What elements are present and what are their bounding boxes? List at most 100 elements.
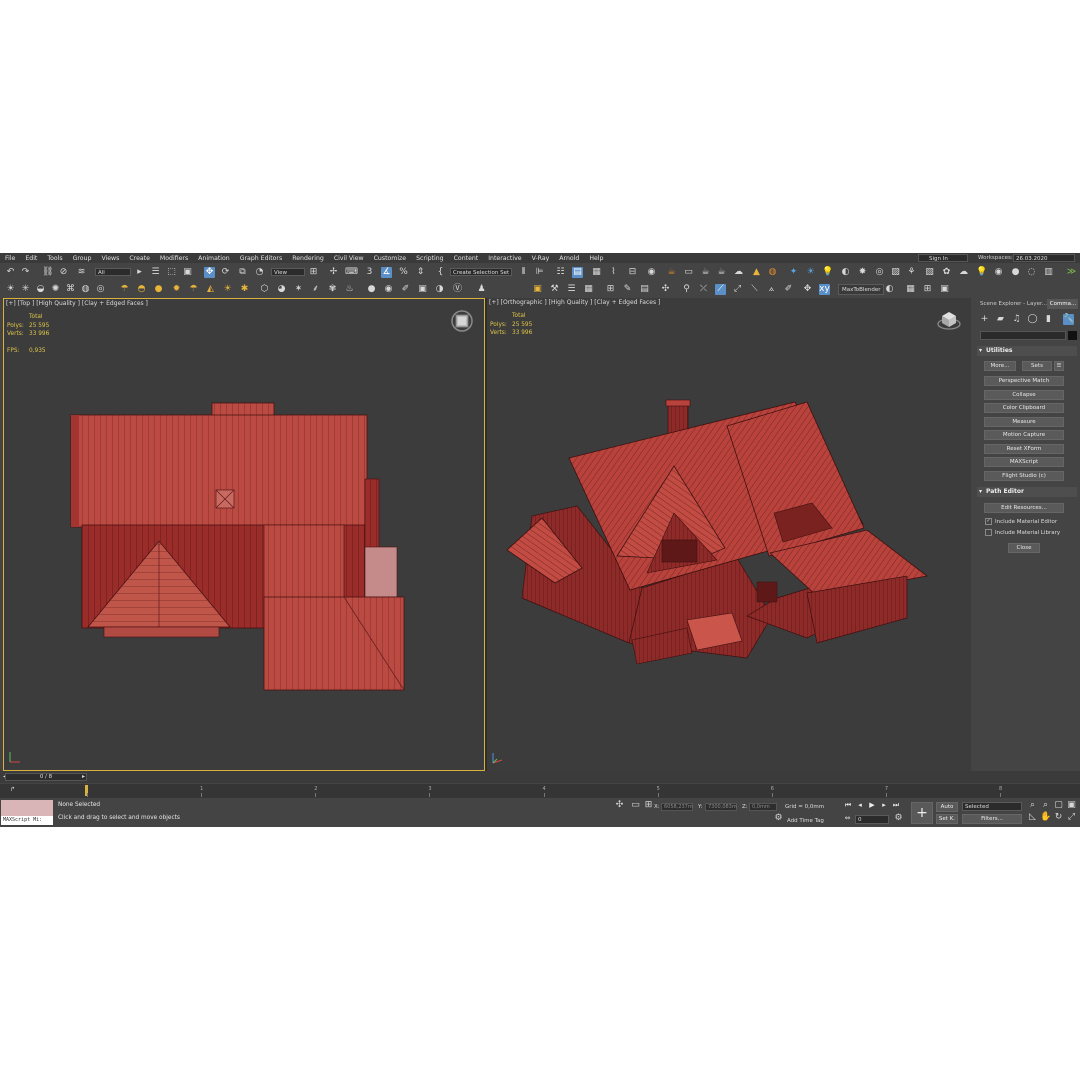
- path-editor-rollout-header[interactable]: Path Editor: [977, 487, 1077, 497]
- angle-snap-icon[interactable]: ∡: [381, 267, 392, 278]
- vray-ball-icon[interactable]: ◉: [383, 284, 394, 295]
- snaps-toggle-icon[interactable]: 3: [364, 267, 375, 278]
- vray-scatter-icon[interactable]: ✾: [327, 284, 338, 295]
- include-material-editor-checkbox[interactable]: ✓ Include Material Editor: [985, 518, 1057, 526]
- utility-button-measure[interactable]: Measure: [984, 416, 1064, 427]
- modify-tab-icon[interactable]: ▰: [995, 314, 1006, 325]
- sign-in-dropdown[interactable]: Sign In: [918, 254, 968, 262]
- undo-icon[interactable]: ↶: [5, 267, 16, 278]
- utility-button-reset-xform[interactable]: Reset XForm: [984, 443, 1064, 454]
- time-slider[interactable]: 0 / 8: [5, 773, 87, 781]
- pivot-center-icon[interactable]: ⊞: [308, 267, 319, 278]
- menu-help[interactable]: Help: [584, 255, 608, 262]
- key-mode-icon[interactable]: ⇔: [842, 813, 853, 824]
- command-panel-name-field[interactable]: [980, 331, 1066, 340]
- menu-animation[interactable]: Animation: [193, 255, 235, 262]
- mirror-icon[interactable]: ⫴: [518, 267, 529, 278]
- isolate-selection-icon[interactable]: ✣: [614, 800, 625, 811]
- vray-ies-icon[interactable]: ✺: [50, 284, 61, 295]
- pencil-tool-icon[interactable]: ✐: [783, 284, 794, 295]
- menu-interactive[interactable]: Interactive: [483, 255, 526, 262]
- close-button[interactable]: Close: [1008, 543, 1040, 553]
- arnold-ipr-icon[interactable]: ☀: [805, 267, 816, 278]
- vray-camera-icon[interactable]: ◍: [80, 284, 91, 295]
- display-tab-icon[interactable]: ▮: [1043, 314, 1054, 325]
- motion-tab-icon[interactable]: ◯: [1027, 314, 1038, 325]
- menu-graph-editors[interactable]: Graph Editors: [235, 255, 287, 262]
- arnold-shader-icon[interactable]: ◐: [840, 267, 851, 278]
- select-manipulate-icon[interactable]: ✢: [328, 267, 339, 278]
- knot-tool-icon[interactable]: ⚲: [681, 284, 692, 295]
- orthographic-viewport[interactable]: [+] [Orthographic ] [High Quality ] [Cla…: [487, 298, 971, 771]
- sets-button[interactable]: Sets: [1022, 361, 1052, 371]
- auto-key-button[interactable]: Auto: [936, 802, 958, 812]
- menu-views[interactable]: Views: [96, 255, 124, 262]
- field-of-view-icon[interactable]: ◺: [1027, 812, 1038, 823]
- vray-spot-icon[interactable]: ◭: [205, 284, 216, 295]
- arnold-light-icon[interactable]: 💡: [822, 267, 833, 278]
- zoom-all-icon[interactable]: ⌕: [1040, 800, 1051, 811]
- zoom-extents-icon[interactable]: ▢: [1053, 800, 1064, 811]
- zoom-icon[interactable]: ⌕: [1027, 800, 1038, 811]
- percent-snap-icon[interactable]: %: [398, 267, 409, 278]
- go-to-start-icon[interactable]: ⏮: [843, 801, 853, 810]
- vray-sun-icon[interactable]: ✳: [20, 284, 31, 295]
- key-filter-dropdown[interactable]: Selected: [962, 802, 1022, 811]
- menu-file[interactable]: File: [0, 255, 20, 262]
- rect-selection-icon[interactable]: ⬚: [166, 267, 177, 278]
- vray-v-icon[interactable]: Ⓥ: [452, 284, 463, 295]
- path-tool-icon[interactable]: ⤢: [732, 284, 743, 295]
- maxscript-input[interactable]: MAXScript Mi:: [1, 816, 53, 825]
- viewport-tool-icon[interactable]: ⊞: [605, 284, 616, 295]
- reference-coordinate-dropdown[interactable]: View: [271, 268, 305, 276]
- utility-button-collapse[interactable]: Collapse: [984, 389, 1064, 400]
- track-bar[interactable]: ↱ 1 2 3 4 5 6 7 8: [0, 784, 1080, 798]
- scene-tools-icon[interactable]: ♟: [476, 284, 487, 295]
- menu-rendering[interactable]: Rendering: [287, 255, 329, 262]
- select-similar-icon[interactable]: ✥: [802, 284, 813, 295]
- container-icon[interactable]: ▣: [532, 284, 543, 295]
- edit-tool-icon[interactable]: ✎: [622, 284, 633, 295]
- menu-group[interactable]: Group: [68, 255, 97, 262]
- edit-named-selection-icon[interactable]: {: [435, 267, 446, 278]
- rendered-frame-window-icon[interactable]: ▭: [683, 267, 694, 278]
- toolbar-sphere-icon[interactable]: ●: [1010, 267, 1021, 278]
- vray-light-icon[interactable]: ☀: [5, 284, 16, 295]
- set-key-big-icon[interactable]: +: [911, 802, 933, 824]
- toolbar-bulb-icon[interactable]: ◌: [1026, 267, 1037, 278]
- toggle-layer-explorer-icon[interactable]: ▤: [572, 267, 583, 278]
- maximize-viewport-icon[interactable]: ⤢: [1066, 812, 1077, 823]
- vray-ambient-icon[interactable]: ⌘: [65, 284, 76, 295]
- toolbar-image-icon[interactable]: ▧: [924, 267, 935, 278]
- toolbar-mesh-icon[interactable]: ✿: [941, 267, 952, 278]
- toolbar-cloud-icon[interactable]: ☁: [958, 267, 969, 278]
- list-tool-icon[interactable]: ☰: [566, 284, 577, 295]
- key-filters-button[interactable]: Filters...: [962, 814, 1022, 824]
- select-object-icon[interactable]: ▸: [134, 267, 145, 278]
- menu-create[interactable]: Create: [124, 255, 155, 262]
- render-in-cloud-icon[interactable]: ☁: [733, 267, 744, 278]
- menu-modifiers[interactable]: Modifiers: [155, 255, 193, 262]
- fx-render-icon[interactable]: ▣: [939, 284, 950, 295]
- spinner-snap-icon[interactable]: ⇕: [415, 267, 426, 278]
- y-coordinate-field[interactable]: 7300,083m: [705, 803, 737, 811]
- toggle-scene-explorer-icon[interactable]: ☷: [555, 267, 566, 278]
- color-swatch[interactable]: [1068, 331, 1077, 340]
- named-selection-set-dropdown[interactable]: Create Selection Set: [450, 268, 512, 276]
- current-frame-field[interactable]: 0: [855, 815, 889, 824]
- vray-warning-icon[interactable]: ▲: [751, 267, 762, 278]
- select-by-name-icon[interactable]: ☰: [150, 267, 161, 278]
- toolbar-light-icon[interactable]: 💡: [976, 267, 987, 278]
- spline-tool-icon[interactable]: ⟑: [766, 284, 777, 295]
- x-coordinate-field[interactable]: 6058,237m: [661, 803, 693, 811]
- include-material-library-checkbox[interactable]: Include Material Library: [985, 529, 1060, 537]
- vray-paint-icon[interactable]: ✐: [400, 284, 411, 295]
- utility-button-color-clipboard[interactable]: Color Clipboard: [984, 403, 1064, 413]
- utilities-tab-icon[interactable]: 🔧: [1063, 314, 1074, 325]
- arnold-render-icon[interactable]: ✦: [788, 267, 799, 278]
- toolbar-misc-icon[interactable]: ⚘: [906, 267, 917, 278]
- menu-customize[interactable]: Customize: [369, 255, 411, 262]
- render-production-icon[interactable]: ☕: [700, 267, 711, 278]
- menu-v-ray[interactable]: V-Ray: [527, 255, 555, 262]
- z-coordinate-field[interactable]: 0,0mm: [749, 803, 777, 811]
